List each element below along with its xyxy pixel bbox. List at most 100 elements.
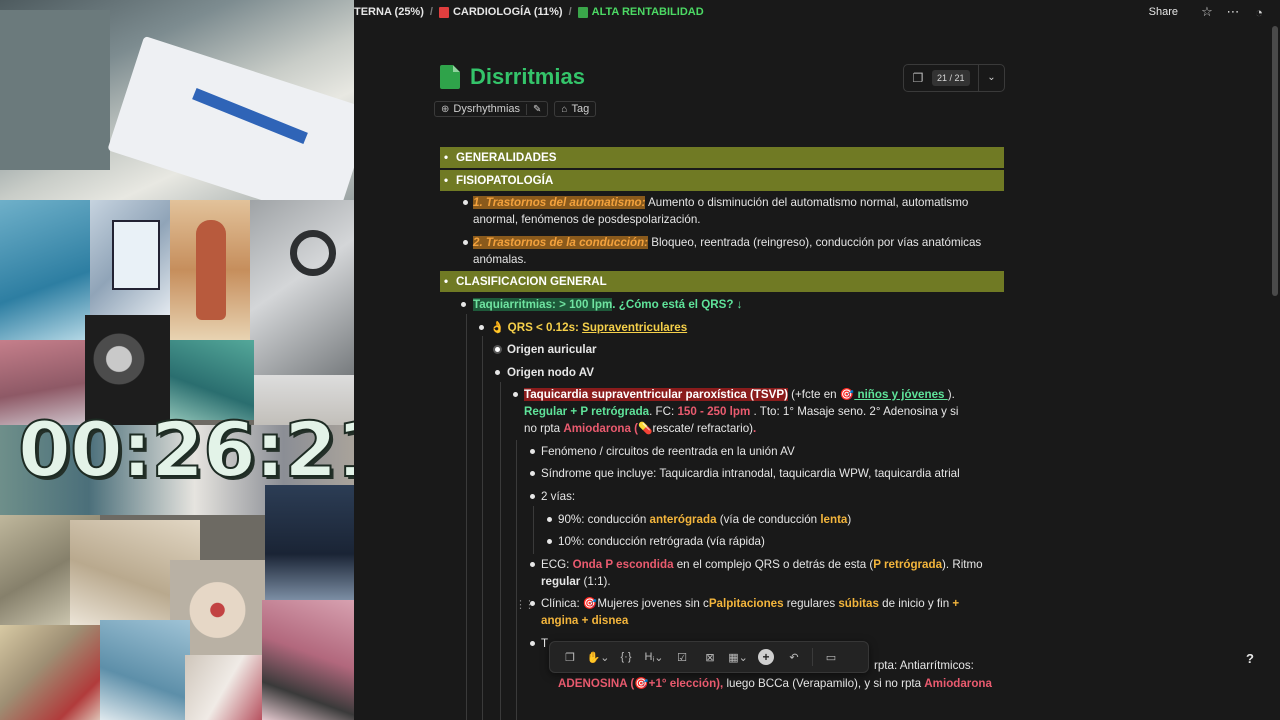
hand-icon[interactable]: ✋⌄ [584, 645, 612, 669]
toggle-heading-clasificacion[interactable]: CLASIFICACION GENERAL [440, 271, 1004, 292]
heading-button[interactable]: Hᵢ⌄ [640, 645, 668, 669]
list-item[interactable]: 10%: conducción retrógrada (vía rápida) [558, 533, 765, 550]
list-item[interactable]: Fenómeno / circuitos de reentrada en la … [541, 443, 795, 460]
text: . [753, 422, 757, 435]
timer-display: 00:26:21 [17, 404, 354, 495]
text: +1° elección), [648, 677, 724, 690]
text: Regular + P retrógrada [524, 405, 650, 418]
undo-icon[interactable]: ↶ [780, 645, 808, 669]
list-item-origen-auricular[interactable]: Origen auricular [507, 341, 597, 358]
collage-tile [0, 625, 110, 720]
list-item[interactable]: 1. Trastornos del automatismo: Aumento o… [473, 194, 968, 211]
anatomy-illustration [170, 200, 250, 340]
copy-icon[interactable]: ❐ [556, 645, 584, 669]
indent-guide [466, 314, 467, 720]
highlight-label: 1. Trastornos del automatismo: [473, 196, 646, 209]
bullet [547, 517, 552, 522]
highlight-label: 2. Trastornos de la conducción: [473, 236, 649, 249]
text: niños y jóvenes [854, 388, 948, 401]
surgeon-photo [0, 200, 90, 340]
text: . ¿Cómo está el QRS? ↓ [612, 298, 743, 311]
notes-app: TERNA (25%) / CARDIOLOGÍA (11%) / ALTA R… [354, 0, 1280, 720]
text: ). Ritmo [942, 558, 983, 571]
code-icon[interactable]: {·} [612, 645, 640, 669]
list-item-qrs[interactable]: 👌 QRS < 0.12s: Supraventriculares [490, 319, 687, 336]
bullet [530, 494, 535, 499]
monitor-photo [265, 485, 354, 600]
text: rescate/ refractario) [652, 422, 754, 435]
desk-photo [0, 0, 354, 200]
ok-hand-icon: 👌 [490, 321, 505, 334]
collage-tile [185, 655, 265, 720]
list-item-continued: no rpta Amiodarona (💊rescate/ refractari… [524, 420, 756, 437]
checkbox-icon[interactable]: ☑ [668, 645, 696, 669]
bullet [495, 347, 500, 352]
text: Clínica: [541, 597, 583, 610]
comment-icon[interactable]: ▭ [817, 645, 845, 669]
text: ) [847, 513, 852, 526]
text: Amiodarona [924, 677, 992, 690]
list-item-continued: Regular + P retrógrada. FC: 150 - 250 lp… [524, 403, 958, 420]
list-item-tto[interactable]: T [541, 635, 548, 652]
bullet [463, 200, 468, 205]
text: Palpitaciones [708, 597, 784, 610]
toggle-heading-fisiopatologia[interactable]: FISIOPATOLOGÍA [440, 170, 1004, 191]
text: en el complejo QRS o detrás de esta ( [673, 558, 874, 571]
heading-label: H [644, 651, 653, 663]
bullet [479, 325, 484, 330]
text: (1:1). [580, 575, 611, 588]
text: . Tto: 1° Masaje seno. 2° Adenosina y si [750, 405, 959, 418]
toggle-heading-generalidades[interactable]: GENERALIDADES [440, 147, 1004, 168]
list-item[interactable]: 2 vías: [541, 488, 575, 505]
plus-icon[interactable]: + [758, 649, 774, 665]
text: ADENOSINA ( [558, 677, 635, 690]
text: 90%: conducción [558, 513, 650, 526]
list-item[interactable]: 2. Trastornos de la conducción: Bloqueo,… [473, 234, 981, 251]
text: anterógrada [649, 513, 717, 526]
highlight-label: Taquiarritmias: > 100 lpm [473, 298, 613, 311]
list-item-continued: ADENOSINA (🎯+1° elección), luego BCCa (V… [558, 675, 992, 692]
bullet [495, 370, 500, 375]
indent-guide [500, 382, 501, 720]
help-button[interactable]: ? [1246, 651, 1254, 666]
bullet [461, 302, 466, 307]
text: lenta [820, 513, 848, 526]
list-item-tsvp[interactable]: Taquicardia supraventricular paroxística… [524, 386, 955, 403]
floating-toolbar: ❐ ✋⌄ {·} Hᵢ⌄ ☑ ⊠ ▦⌄ + ↶ ▭ [549, 641, 869, 673]
text: regular [541, 575, 581, 588]
bullet [530, 449, 535, 454]
collage-tile [100, 620, 190, 720]
text: de inicio y fin [878, 597, 953, 610]
list-item-origen-nodo[interactable]: Origen nodo AV [507, 364, 594, 381]
tablet-photo [90, 200, 170, 315]
text: (vía de conducción [716, 513, 821, 526]
list-item-continued: anómalas. [473, 253, 527, 266]
list-item-taquiarritmias[interactable]: Taquiarritmias: > 100 lpm. ¿Cómo está el… [473, 296, 742, 313]
text: regulares [783, 597, 839, 610]
target-icon: 🎯 [582, 597, 598, 610]
target-icon: 🎯 [634, 677, 649, 690]
embed-icon[interactable]: ⊠ [696, 645, 724, 669]
text: súbitas [838, 597, 879, 610]
stethoscope-photo [250, 200, 354, 375]
list-item-continued: anormal, fenómenos de posdespolarización… [473, 213, 701, 226]
indent-guide [482, 336, 483, 720]
bullet [530, 562, 535, 567]
indent-guide [516, 440, 517, 720]
table-icon[interactable]: ▦⌄ [724, 645, 752, 669]
text: 150 - 250 lpm [677, 405, 751, 418]
text: Aumento o disminución del automatismo no… [645, 196, 969, 209]
text: Supraventriculares [582, 321, 688, 334]
list-item[interactable]: Síndrome que incluye: Taquicardia intran… [541, 465, 960, 482]
list-item-continued: angina + disnea [541, 614, 629, 627]
text: + [952, 597, 960, 610]
text: Amiodarona ( [563, 422, 639, 435]
target-icon: 🎯 [839, 388, 855, 401]
bullet [530, 641, 535, 646]
list-item[interactable]: 90%: conducción anterógrada (vía de cond… [558, 511, 851, 528]
text: no rpta [524, 422, 564, 435]
bullet [530, 471, 535, 476]
list-item-continued: regular (1:1). [541, 573, 611, 590]
list-item-ecg[interactable]: ECG: Onda P escondida en el complejo QRS… [541, 556, 983, 573]
list-item-clinica[interactable]: Clínica: 🎯Mujeres jovenes sin cPalpitaci… [541, 595, 959, 612]
